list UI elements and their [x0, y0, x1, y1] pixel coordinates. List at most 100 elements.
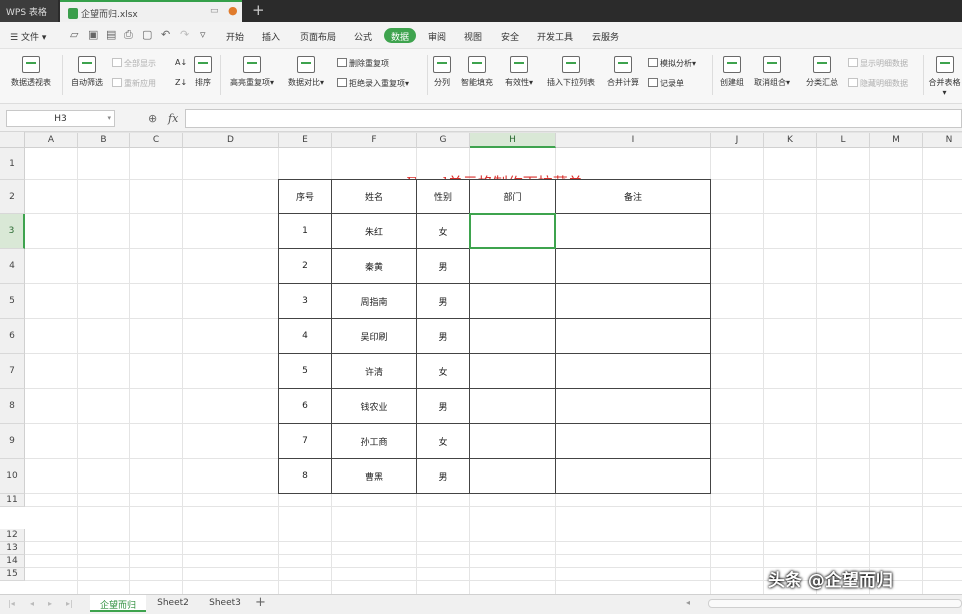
merge-tables-button[interactable]: 合并表格▾: [927, 56, 962, 97]
table-cell[interactable]: [555, 423, 711, 459]
last-sheet-icon[interactable]: ▸|: [66, 599, 73, 608]
select-all-corner[interactable]: [0, 132, 25, 148]
customize-icon[interactable]: ▿: [200, 28, 206, 41]
table-cell[interactable]: [555, 458, 711, 494]
table-cell[interactable]: 男: [416, 458, 470, 494]
next-sheet-icon[interactable]: ▸: [48, 599, 52, 608]
table-cell[interactable]: 曹黑: [331, 458, 417, 494]
chevron-down-icon[interactable]: ▾: [107, 114, 111, 122]
column-header-d[interactable]: D: [183, 132, 279, 148]
row-header-6[interactable]: 6: [0, 319, 25, 354]
row-header-3[interactable]: 3: [0, 214, 25, 249]
table-cell[interactable]: [469, 283, 556, 319]
column-header-i[interactable]: I: [556, 132, 711, 148]
what-if-analysis-button[interactable]: 模拟分析▾: [648, 58, 696, 69]
ungroup-button[interactable]: 取消组合▾: [752, 56, 792, 88]
spreadsheet-grid[interactable]: ABCDEFGHIJKLMN 123456789101112131415 Exc…: [0, 132, 962, 594]
row-header-13[interactable]: 13: [0, 542, 25, 555]
consolidate-button[interactable]: 合并计算: [604, 56, 642, 88]
redo-icon[interactable]: ↷: [180, 28, 189, 41]
delete-duplicates-button[interactable]: 删除重复项: [337, 58, 389, 69]
row-header-5[interactable]: 5: [0, 284, 25, 319]
scroll-left-icon[interactable]: ◂: [686, 598, 690, 607]
column-header-n[interactable]: N: [923, 132, 962, 148]
sheet-tab-3[interactable]: Sheet3: [202, 595, 248, 612]
row-header-14[interactable]: 14: [0, 555, 25, 568]
table-header-cell[interactable]: 姓名: [331, 179, 417, 214]
table-cell[interactable]: 男: [416, 283, 470, 319]
prev-sheet-icon[interactable]: ◂: [30, 599, 34, 608]
table-cell[interactable]: 女: [416, 423, 470, 459]
table-cell[interactable]: 周指南: [331, 283, 417, 319]
menu-developer[interactable]: 开发工具: [537, 30, 573, 43]
print-preview-icon[interactable]: ▤: [106, 28, 116, 41]
undo-icon[interactable]: ↶: [161, 28, 170, 41]
table-cell[interactable]: [555, 353, 711, 389]
row-header-4[interactable]: 4: [0, 249, 25, 284]
table-cell[interactable]: [469, 248, 556, 284]
menu-home[interactable]: 开始: [226, 30, 244, 43]
menu-review[interactable]: 审阅: [428, 30, 446, 43]
table-cell[interactable]: 男: [416, 388, 470, 424]
row-header-2[interactable]: 2: [0, 180, 25, 214]
column-header-b[interactable]: B: [78, 132, 130, 148]
table-cell[interactable]: 6: [278, 388, 332, 424]
menu-view[interactable]: 视图: [464, 30, 482, 43]
column-header-l[interactable]: L: [817, 132, 870, 148]
table-cell[interactable]: [555, 248, 711, 284]
column-header-m[interactable]: M: [870, 132, 923, 148]
column-header-f[interactable]: F: [332, 132, 417, 148]
export-icon[interactable]: ▢: [142, 28, 152, 41]
horizontal-scrollbar[interactable]: [708, 599, 962, 608]
insert-dropdown-list-button[interactable]: 插入下拉列表: [543, 56, 599, 88]
first-sheet-icon[interactable]: |◂: [8, 599, 15, 608]
app-tab[interactable]: WPS 表格: [0, 0, 58, 22]
reapply-button[interactable]: 重新应用: [112, 78, 156, 89]
column-header-e[interactable]: E: [279, 132, 332, 148]
column-header-h[interactable]: H: [470, 132, 556, 148]
column-header-a[interactable]: A: [25, 132, 78, 148]
show-detail-button[interactable]: 显示明细数据: [848, 58, 908, 69]
table-cell[interactable]: 8: [278, 458, 332, 494]
table-cell[interactable]: 男: [416, 248, 470, 284]
row-header-9[interactable]: 9: [0, 424, 25, 459]
table-cell[interactable]: 秦黄: [331, 248, 417, 284]
table-cell[interactable]: 许清: [331, 353, 417, 389]
add-sheet-button[interactable]: +: [255, 595, 266, 610]
new-tab-button[interactable]: +: [252, 1, 265, 19]
menu-formula[interactable]: 公式: [354, 30, 372, 43]
table-cell[interactable]: [555, 283, 711, 319]
highlight-duplicates-button[interactable]: 高亮重复项▾: [226, 56, 278, 88]
reject-duplicates-button[interactable]: 拒绝录入重复项▾: [337, 78, 409, 89]
hide-detail-button[interactable]: 隐藏明细数据: [848, 78, 908, 89]
table-cell[interactable]: 5: [278, 353, 332, 389]
table-cell[interactable]: [469, 388, 556, 424]
show-all-button[interactable]: 全部显示: [112, 58, 156, 69]
table-cell[interactable]: 7: [278, 423, 332, 459]
row-header-10[interactable]: 10: [0, 459, 25, 494]
row-header-7[interactable]: 7: [0, 354, 25, 389]
table-cell[interactable]: [469, 318, 556, 354]
pivot-table-button[interactable]: 数据透视表: [8, 56, 54, 88]
sheet-tab-2[interactable]: Sheet2: [150, 595, 196, 612]
table-cell[interactable]: 孙工商: [331, 423, 417, 459]
table-cell[interactable]: 男: [416, 318, 470, 354]
table-cell[interactable]: [469, 213, 556, 249]
split-columns-button[interactable]: 分列: [431, 56, 453, 88]
column-header-k[interactable]: K: [764, 132, 817, 148]
sheet-tab-1[interactable]: 企望而归: [90, 595, 146, 612]
monitor-icon[interactable]: ▭: [210, 6, 219, 16]
menu-security[interactable]: 安全: [501, 30, 519, 43]
menu-data[interactable]: 数据: [384, 28, 416, 43]
sort-descending-icon[interactable]: Z↓: [175, 78, 187, 87]
menu-page-layout[interactable]: 页面布局: [300, 30, 336, 43]
column-header-c[interactable]: C: [130, 132, 183, 148]
name-box[interactable]: H3 ▾: [6, 110, 115, 127]
row-header-11[interactable]: 11: [0, 494, 25, 507]
sort-ascending-icon[interactable]: A↓: [175, 58, 187, 67]
menu-cloud[interactable]: 云服务: [592, 30, 619, 43]
autofilter-button[interactable]: 自动筛选: [68, 56, 106, 88]
row-header-1[interactable]: 1: [0, 148, 25, 180]
table-header-cell[interactable]: 性别: [416, 179, 470, 214]
table-cell[interactable]: 2: [278, 248, 332, 284]
